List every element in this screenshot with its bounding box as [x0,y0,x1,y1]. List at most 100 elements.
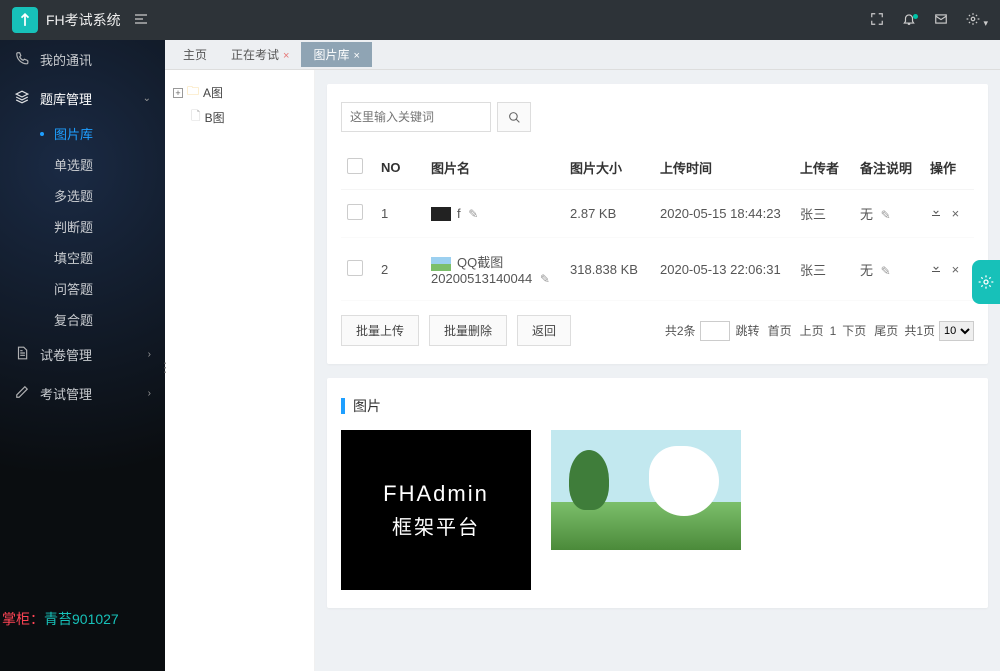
sidebar-item-paper[interactable]: 试卷管理 › [0,335,165,374]
sidebar-label: 题库管理 [40,89,143,108]
edit-icon[interactable]: ✎ [540,272,550,286]
sidebar-sub-image-lib[interactable]: 图片库 [40,118,165,149]
sidebar-sub-compound[interactable]: 复合题 [40,304,165,335]
batch-upload-button[interactable]: 批量上传 [341,315,419,346]
tab-bar: 主页 正在考试× 图片库× [165,40,1000,70]
cell-remark: 无 ✎ [854,190,924,238]
fullscreen-icon[interactable] [870,12,884,29]
pager-prev[interactable]: 上页 [798,322,826,339]
sidebar-sub-qa[interactable]: 问答题 [40,273,165,304]
doc-icon [14,346,30,363]
sidebar-item-contacts[interactable]: 我的通讯 [0,40,165,79]
tree-node-a[interactable]: + 🗀 A图 [173,80,306,105]
cell-no: 1 [375,190,425,238]
mail-icon[interactable] [934,12,948,29]
list-card: NO 图片名 图片大小 上传时间 上传者 备注说明 操作 1 [327,84,988,364]
th-time: 上传时间 [654,146,794,190]
thumbnail [431,207,451,221]
sidebar-label: 我的通讯 [40,50,151,69]
cell-actions: × [924,190,974,238]
search-icon [508,111,521,124]
pager-last[interactable]: 尾页 [872,322,900,339]
cell-size: 2.87 KB [564,190,654,238]
topbar: FH考试系统 ▾ [0,0,1000,40]
edit-icon[interactable]: ✎ [881,208,891,222]
pager-size-select[interactable]: 10 [939,321,974,341]
batch-delete-button[interactable]: 批量删除 [429,315,507,346]
preview-card: 图片 FHAdmin 框架平台 [327,378,988,608]
sidebar-label: 考试管理 [40,384,148,403]
checkbox[interactable] [347,260,363,276]
close-icon[interactable]: × [353,50,359,62]
folder-icon: 🗀 [187,82,199,103]
preview-image-2[interactable] [551,430,741,550]
tree-node-b[interactable]: 🗋 B图 [191,105,306,130]
expand-icon[interactable]: + [173,88,183,98]
pager-next[interactable]: 下页 [840,322,868,339]
floating-settings-icon[interactable] [972,260,1000,304]
back-button[interactable]: 返回 [517,315,571,346]
tab-exam-running[interactable]: 正在考试× [219,42,301,67]
delete-icon[interactable]: × [952,206,960,221]
pager-pages: 共1页 [904,322,935,339]
preview-title: 图片 [341,396,974,416]
resize-handle-icon[interactable]: ⋮ [161,356,169,380]
pager-first[interactable]: 首页 [766,322,794,339]
sidebar-label: 试卷管理 [40,345,148,364]
search-button[interactable] [497,102,531,132]
main: 主页 正在考试× 图片库× + 🗀 A图 🗋 B图 [165,40,1000,671]
thumbnail [431,257,451,271]
image-table: NO 图片名 图片大小 上传时间 上传者 备注说明 操作 1 [341,146,974,301]
edit-icon[interactable]: ✎ [881,264,891,278]
sidebar-footer: 掌柜：青苔901027 [2,609,119,629]
search-input[interactable] [341,102,491,132]
tab-image-lib[interactable]: 图片库× [301,42,371,67]
sidebar-sub-judge[interactable]: 判断题 [40,211,165,242]
topbar-actions: ▾ [870,12,988,29]
th-no: NO [375,146,425,190]
th-op: 操作 [924,146,974,190]
checkbox[interactable] [347,204,363,220]
th-size: 图片大小 [564,146,654,190]
chevron-right-icon: › [148,388,151,399]
tab-home[interactable]: 主页 [171,42,219,67]
sidebar: 我的通讯 题库管理 ⌄ 图片库 单选题 多选题 判断题 填空题 问答题 复合题 … [0,40,165,671]
pager-jump-input[interactable] [700,321,730,341]
cell-size: 318.838 KB [564,238,654,301]
phone-icon [14,51,30,68]
cell-name: QQ截图20200513140044 ✎ [425,238,564,301]
sidebar-sub-multi[interactable]: 多选题 [40,180,165,211]
cell-uploader: 张三 [794,238,854,301]
app-logo [12,7,38,33]
pager-jump[interactable]: 跳转 [734,322,762,339]
cell-name: f ✎ [425,190,564,238]
pager-current: 1 [830,324,837,338]
delete-icon[interactable]: × [952,262,960,277]
close-icon[interactable]: × [283,50,289,62]
th-remark: 备注说明 [854,146,924,190]
edit-icon[interactable]: ✎ [468,207,478,221]
cell-uploader: 张三 [794,190,854,238]
download-icon[interactable] [930,206,942,221]
sidebar-sub-blank[interactable]: 填空题 [40,242,165,273]
cell-actions: × [924,238,974,301]
sidebar-toggle-icon[interactable] [133,11,149,30]
stack-icon [14,90,30,107]
preview-image-1[interactable]: FHAdmin 框架平台 [341,430,531,590]
cell-time: 2020-05-13 22:06:31 [654,238,794,301]
sidebar-item-exam[interactable]: 考试管理 › [0,374,165,413]
file-icon: 🗋 [191,107,201,128]
app-title: FH考试系统 [46,10,121,30]
download-icon[interactable] [930,262,942,277]
bell-icon[interactable] [902,12,916,29]
sidebar-item-question-bank[interactable]: 题库管理 ⌄ [0,79,165,118]
table-row: 1 f ✎ 2.87 KB 2020-05-15 18:44:23 张三 无 ✎… [341,190,974,238]
pager-total: 共2条 [665,322,696,339]
checkbox-all[interactable] [347,158,363,174]
gear-icon[interactable]: ▾ [966,12,988,29]
pagination: 共2条 跳转 首页 上页 1 下页 尾页 共1页 10 [665,321,974,341]
th-name: 图片名 [425,146,564,190]
sidebar-submenu: 图片库 单选题 多选题 判断题 填空题 问答题 复合题 [0,118,165,335]
sidebar-sub-single[interactable]: 单选题 [40,149,165,180]
table-row: 2 QQ截图20200513140044 ✎ 318.838 KB 2020-0… [341,238,974,301]
